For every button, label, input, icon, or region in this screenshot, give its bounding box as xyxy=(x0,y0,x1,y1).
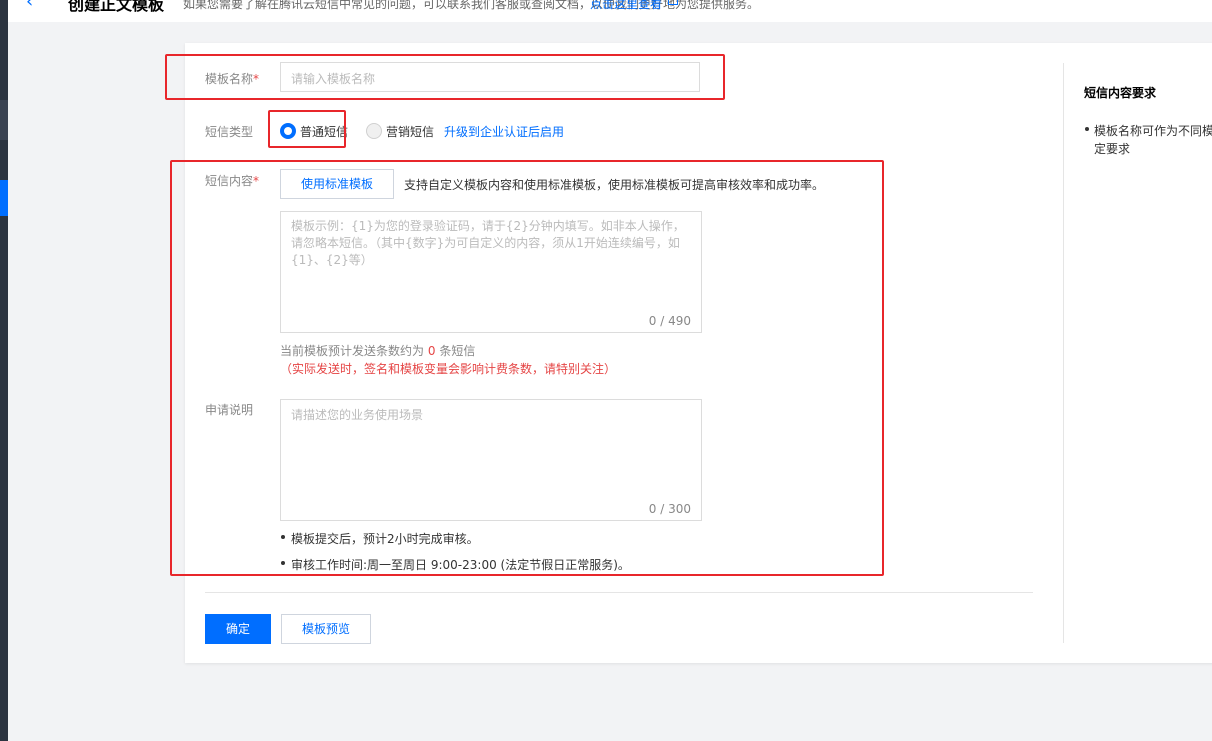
external-link-icon[interactable] xyxy=(668,0,678,5)
form-card: 模板名称* 请输入模板名称 短信类型 普通短信 营销短信 升级到企业认证后启用 … xyxy=(185,43,1212,663)
sms-content-label: 短信内容* xyxy=(205,174,260,188)
estimate-warning: （实际发送时，签名和模板变量会影响计费条数，请特别关注） xyxy=(280,362,617,376)
side-panel-divider xyxy=(1063,63,1064,643)
bullet-icon xyxy=(281,561,285,565)
sms-content-counter: 0 / 490 xyxy=(648,314,691,328)
remark-counter: 0 / 300 xyxy=(648,502,691,516)
header-link[interactable]: 点击这里查看 xyxy=(590,0,662,12)
note-item: 模板提交后，预计2小时完成审核。 xyxy=(291,532,479,546)
note-item: 审核工作时间:周一至周日 9:00-23:00 (法定节假日正常服务)。 xyxy=(291,558,630,572)
remark-placeholder: 请描述您的业务使用场景 xyxy=(291,408,424,422)
confirm-button[interactable]: 确定 xyxy=(205,614,271,644)
nav-item-active[interactable] xyxy=(0,180,8,216)
template-name-label: 模板名称* xyxy=(205,72,260,86)
sms-content-placeholder: 模板示例：{1}为您的登录验证码，请于{2}分钟内填写。如非本人操作，请忽略本短… xyxy=(291,219,685,267)
upgrade-link[interactable]: 升级到企业认证后启用 xyxy=(444,123,564,140)
preview-button[interactable]: 模板预览 xyxy=(281,614,371,644)
radio-marketing-sms-label: 营销短信 xyxy=(386,125,435,139)
side-panel-item: 模板名称可作为不同模 xyxy=(1094,124,1212,138)
page-title: 创建正文模板 xyxy=(68,0,165,14)
template-name-placeholder: 请输入模板名称 xyxy=(291,72,376,86)
use-standard-template-button[interactable]: 使用标准模板 xyxy=(280,169,394,199)
back-icon[interactable]: ‹ xyxy=(26,0,33,12)
nav-item[interactable] xyxy=(0,100,8,140)
radio-normal-sms-label[interactable]: 普通短信 xyxy=(300,123,348,140)
remark-textarea[interactable]: 请描述您的业务使用场景 0 / 300 xyxy=(280,399,702,521)
estimate-text: 当前模板预计发送条数约为 0 条短信 xyxy=(280,344,476,358)
radio-marketing-sms xyxy=(366,123,382,139)
bullet-icon xyxy=(281,535,285,539)
side-panel-item-continued: 定要求 xyxy=(1094,142,1131,156)
estimate-count: 0 xyxy=(427,344,436,358)
form-divider xyxy=(205,592,1033,593)
side-panel-title: 短信内容要求 xyxy=(1084,86,1157,100)
remark-label: 申请说明 xyxy=(205,403,254,417)
sms-type-label: 短信类型 xyxy=(205,125,254,139)
radio-normal-sms[interactable] xyxy=(280,123,296,139)
page-header: ‹ 创建正文模板 如果您需要了解在腾讯云短信中常见的问题，可以联系我们客服或查阅… xyxy=(8,0,1212,22)
template-name-input[interactable]: 请输入模板名称 xyxy=(280,62,700,92)
sms-content-textarea[interactable]: 模板示例：{1}为您的登录验证码，请于{2}分钟内填写。如非本人操作，请忽略本短… xyxy=(280,211,702,333)
bullet-icon xyxy=(1085,127,1089,131)
left-nav-strip xyxy=(0,0,8,741)
standard-template-description: 支持自定义模板内容和使用标准模板，使用标准模板可提高审核效率和成功率。 xyxy=(404,178,825,192)
